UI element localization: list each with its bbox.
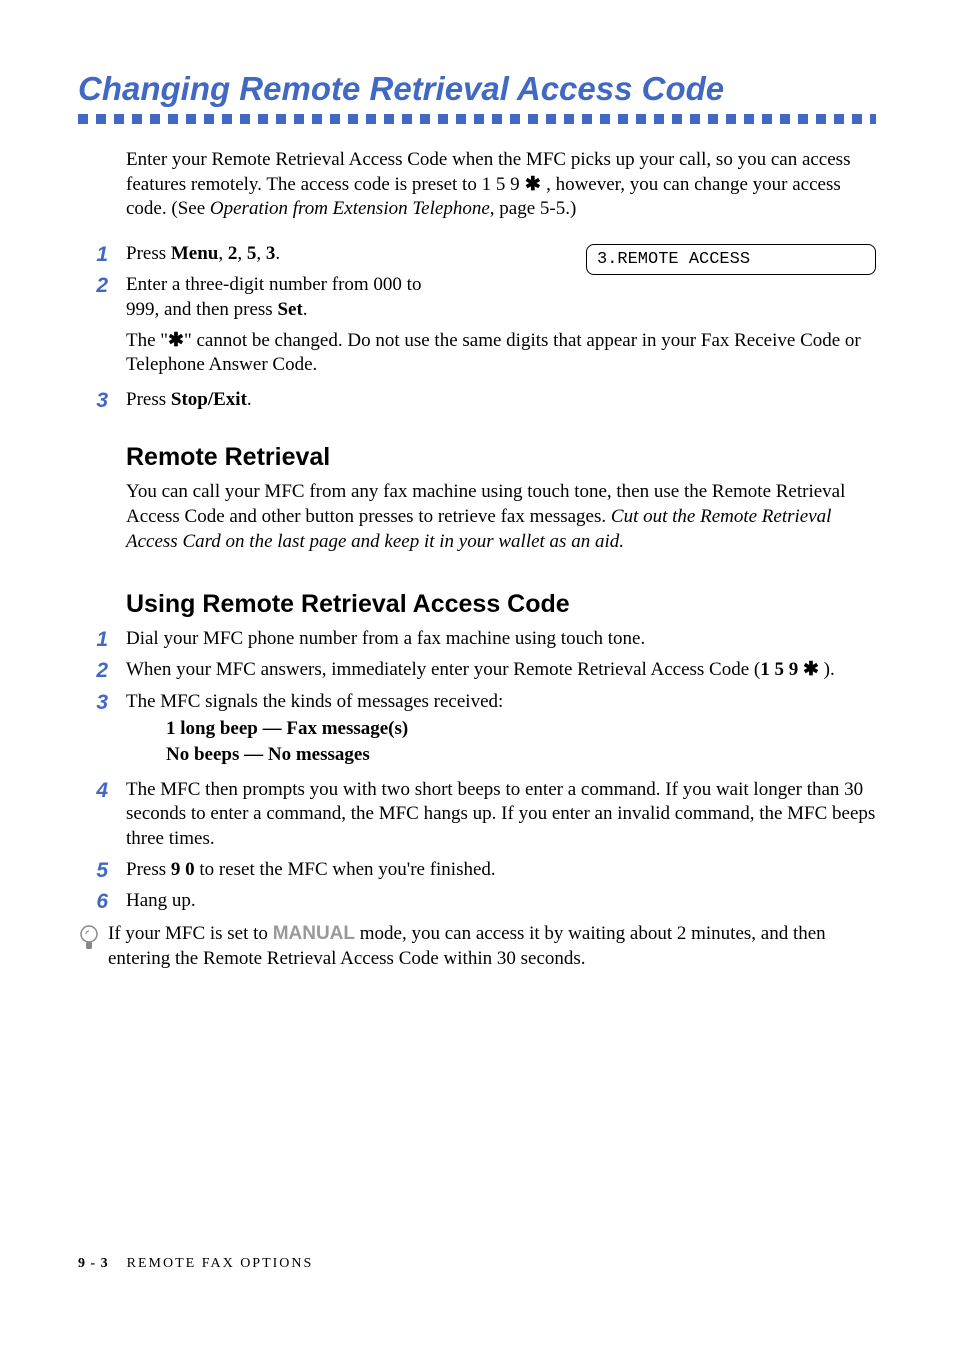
text: , — [218, 243, 228, 264]
tip-note: If your MFC is set to MANUAL mode, you c… — [78, 922, 876, 971]
step-number: 4 — [78, 778, 126, 803]
text: to reset the MFC when you're finished. — [195, 859, 496, 880]
step-body: Enter a three-digit number from 000 to 9… — [126, 273, 436, 322]
intro-paragraph: Enter your Remote Retrieval Access Code … — [126, 148, 876, 222]
text: The MFC signals the kinds of messages re… — [126, 691, 503, 712]
signal-item: 1 long beep — Fax message(s) — [166, 716, 876, 742]
text: Press — [126, 243, 171, 264]
text: . — [247, 389, 252, 410]
step-1: 1 Press Menu, 2, 5, 3. — [78, 242, 566, 267]
key-label: Set — [277, 299, 302, 320]
page-number: 9 - 3 — [78, 1256, 109, 1271]
text: . — [303, 299, 308, 320]
text: , — [237, 243, 247, 264]
using-step-1: 1 Dial your MFC phone number from a fax … — [78, 627, 876, 652]
text: ). — [819, 659, 835, 680]
step-number: 3 — [78, 388, 126, 413]
reference-italic: Operation from Extension Telephone — [210, 198, 490, 219]
text: Enter a three-digit number from 000 to 9… — [126, 274, 421, 320]
text: Press — [126, 389, 171, 410]
step-number: 2 — [78, 273, 126, 298]
section-name: REMOTE FAX OPTIONS — [127, 1256, 314, 1271]
step-number: 1 — [78, 242, 126, 267]
step-3: 3 Press Stop/Exit. — [78, 388, 876, 413]
step-2: 2 Enter a three-digit number from 000 to… — [78, 273, 566, 322]
heading-remote-retrieval: Remote Retrieval — [126, 443, 876, 472]
lightbulb-icon — [78, 922, 108, 958]
step-body: The "✱" cannot be changed. Do not use th… — [126, 329, 876, 378]
step-body: Dial your MFC phone number from a fax ma… — [126, 627, 876, 652]
manual-mode-label: MANUAL — [273, 923, 355, 944]
remote-retrieval-paragraph: You can call your MFC from any fax machi… — [126, 480, 876, 554]
step-body: Hang up. — [126, 889, 876, 914]
text: When your MFC answers, immediately enter… — [126, 659, 760, 680]
star-char: ✱ — [168, 330, 184, 351]
using-step-4: 4 The MFC then prompts you with two shor… — [78, 778, 876, 852]
text: . — [275, 243, 280, 264]
using-step-6: 6 Hang up. — [78, 889, 876, 914]
key-label: Stop/Exit — [171, 389, 247, 410]
key-label: 5 — [247, 243, 257, 264]
key-label: 2 — [228, 243, 238, 264]
text: If your MFC is set to — [108, 923, 273, 944]
key-label: 3 — [266, 243, 276, 264]
using-step-2: 2 When your MFC answers, immediately ent… — [78, 658, 876, 683]
text: , — [256, 243, 266, 264]
step-body: The MFC then prompts you with two short … — [126, 778, 876, 852]
step-body: When your MFC answers, immediately enter… — [126, 658, 876, 683]
step-2-continued: The "✱" cannot be changed. Do not use th… — [78, 329, 876, 378]
step-number: 1 — [78, 627, 126, 652]
text: The " — [126, 330, 168, 351]
step-number: 3 — [78, 690, 126, 715]
text: , page 5-5.) — [490, 198, 577, 219]
using-step-3: 3 The MFC signals the kinds of messages … — [78, 690, 876, 768]
code: 1 5 9 — [760, 659, 803, 680]
lcd-display: 3.REMOTE ACCESS — [586, 244, 876, 275]
key-label: Menu — [171, 243, 219, 264]
signal-item: No beeps — No messages — [166, 742, 876, 768]
step-body: Press Menu, 2, 5, 3. — [126, 242, 566, 267]
step-number: 5 — [78, 858, 126, 883]
heading-using-access-code: Using Remote Retrieval Access Code — [126, 590, 876, 619]
text: Press — [126, 859, 171, 880]
using-step-5: 5 Press 9 0 to reset the MFC when you're… — [78, 858, 876, 883]
tip-body: If your MFC is set to MANUAL mode, you c… — [108, 922, 876, 971]
step-body: Press 9 0 to reset the MFC when you're f… — [126, 858, 876, 883]
step-number: 2 — [78, 658, 126, 683]
star-char: ✱ — [803, 659, 819, 680]
page-footer: 9 - 3 REMOTE FAX OPTIONS — [78, 1256, 313, 1272]
title-rule — [78, 114, 876, 124]
key-label: 9 0 — [171, 859, 195, 880]
text: " cannot be changed. Do not use the same… — [126, 330, 861, 376]
signal-list: 1 long beep — Fax message(s) No beeps — … — [166, 716, 876, 767]
star-char: ✱ — [520, 174, 546, 195]
step-body: Press Stop/Exit. — [126, 388, 876, 413]
step-body: The MFC signals the kinds of messages re… — [126, 690, 876, 768]
page-title: Changing Remote Retrieval Access Code — [78, 70, 876, 108]
step-number: 6 — [78, 889, 126, 914]
